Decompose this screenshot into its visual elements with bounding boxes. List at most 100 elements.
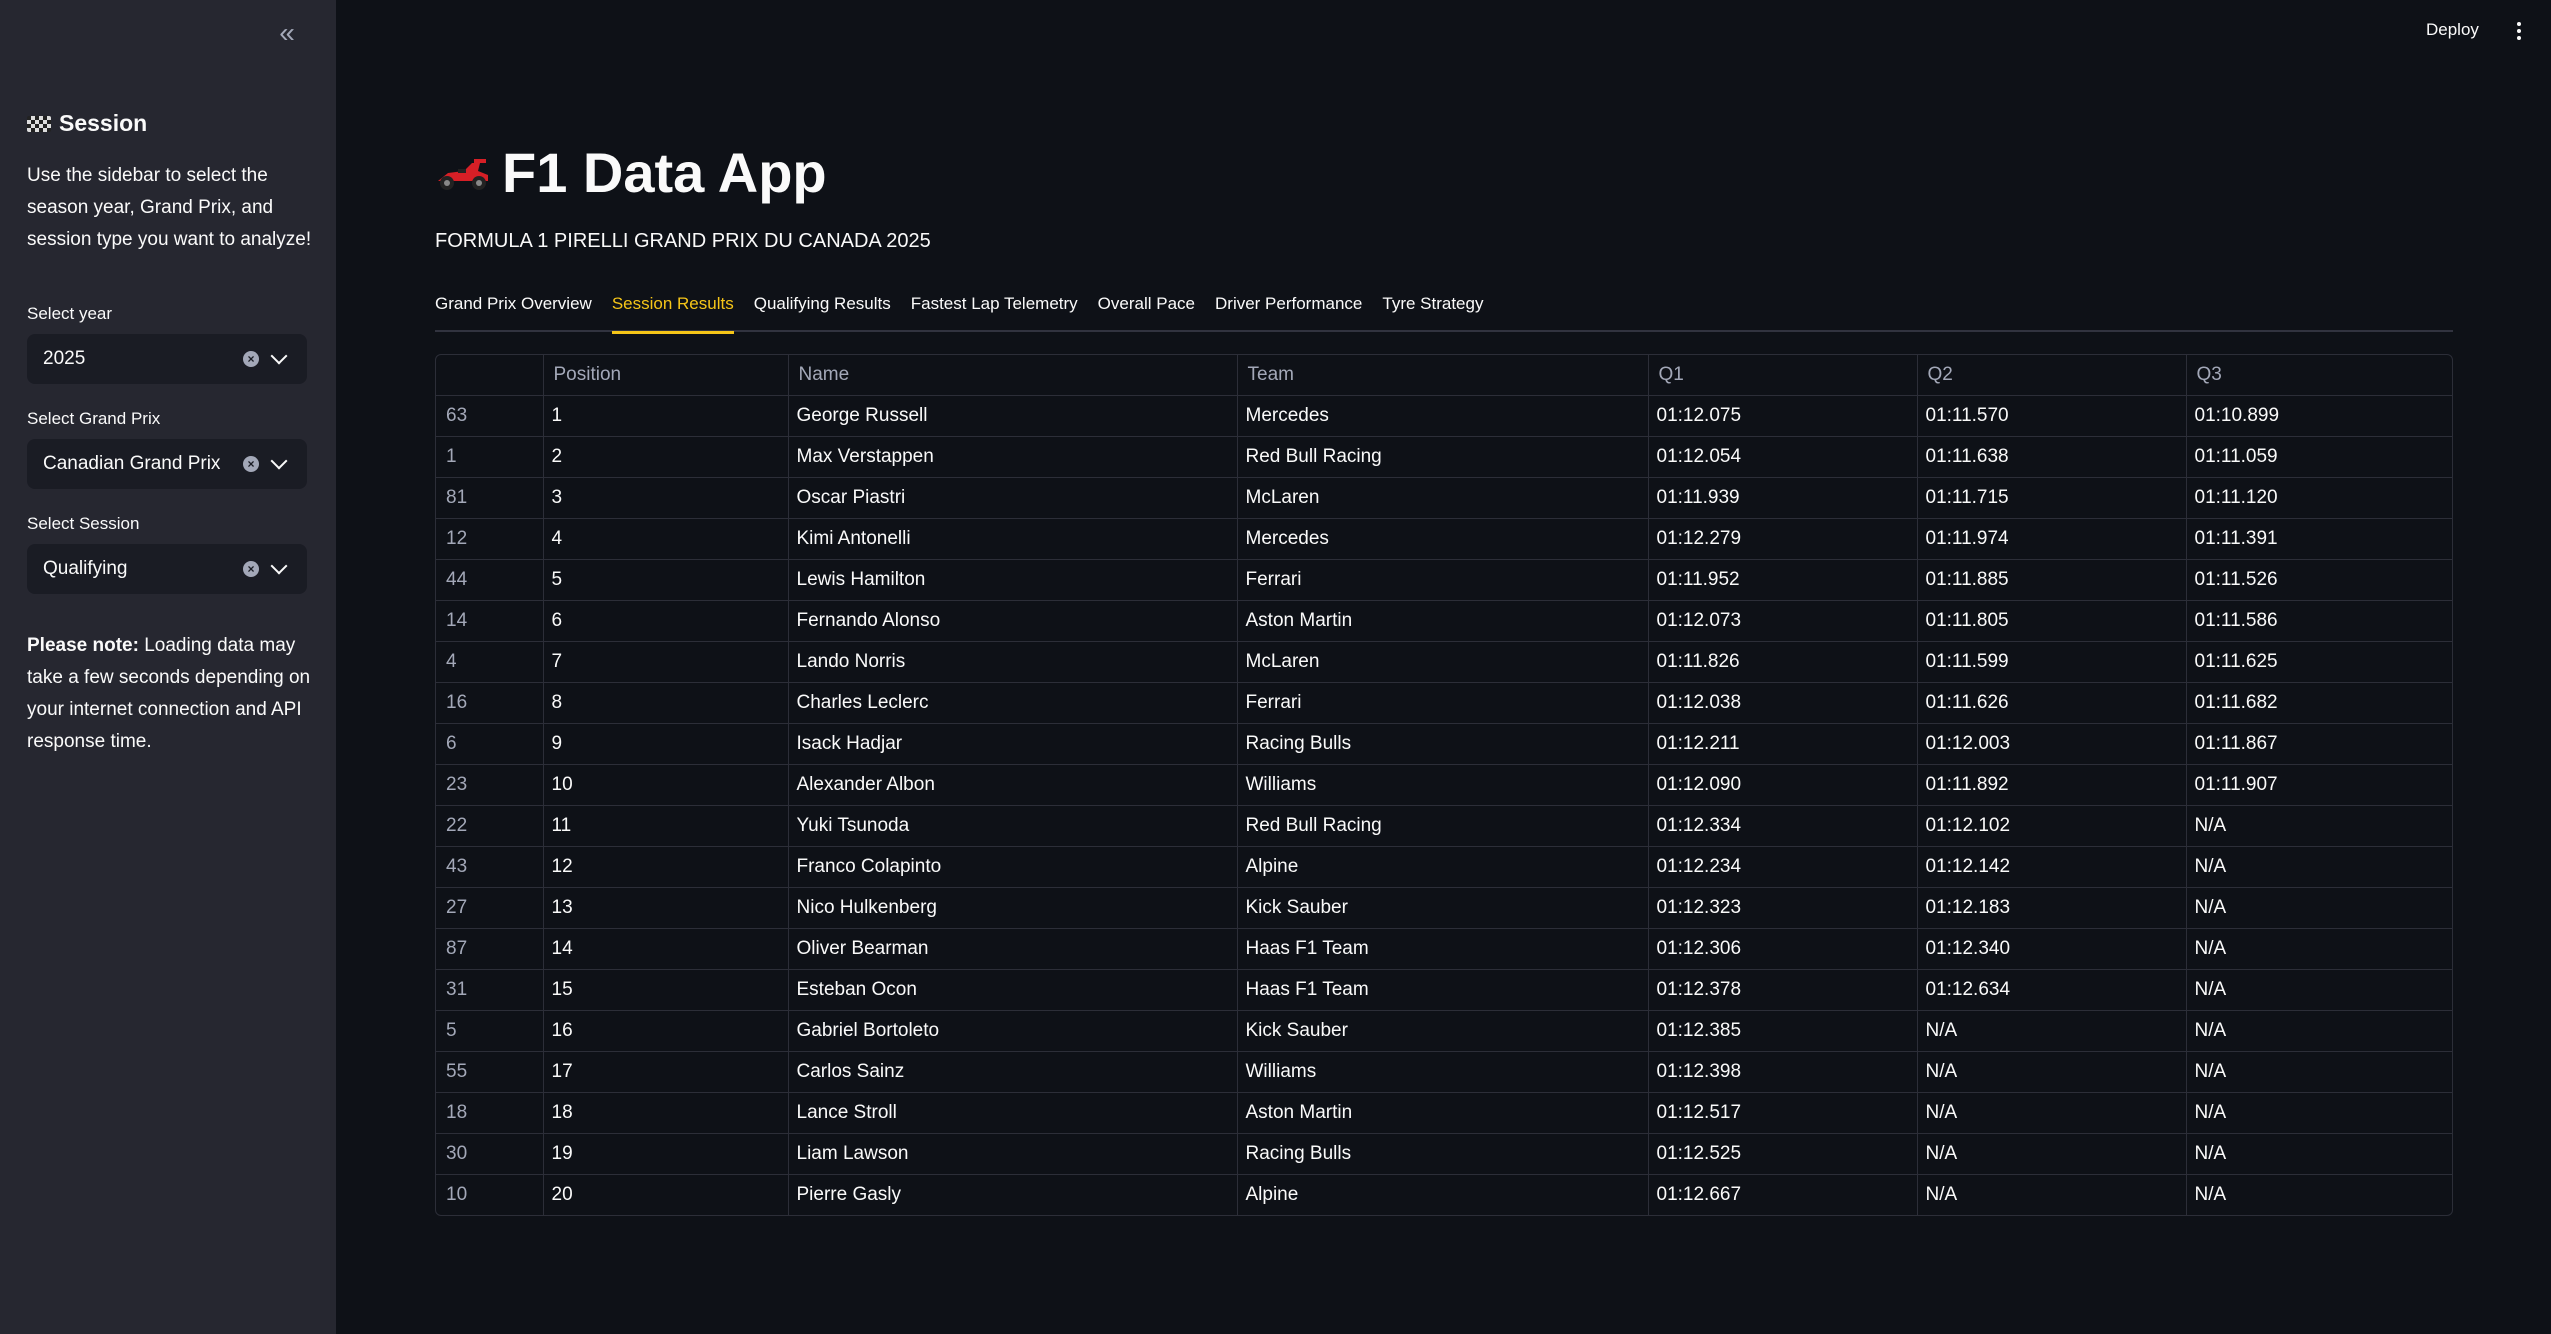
- cell-q1[interactable]: 01:12.090: [1648, 764, 1918, 806]
- cell-position[interactable]: 5: [543, 559, 789, 601]
- cell-q3[interactable]: 01:11.625: [2186, 641, 2452, 683]
- cell-q2[interactable]: N/A: [1917, 1174, 2187, 1215]
- cell-name[interactable]: Esteban Ocon: [788, 969, 1238, 1011]
- cell-team[interactable]: Mercedes: [1237, 395, 1649, 437]
- cell-name[interactable]: Kimi Antonelli: [788, 518, 1238, 560]
- cell-index[interactable]: 22: [436, 805, 544, 847]
- cell-q2[interactable]: 01:11.885: [1917, 559, 2187, 601]
- cell-q3[interactable]: 01:11.120: [2186, 477, 2452, 519]
- cell-q3[interactable]: 01:11.526: [2186, 559, 2452, 601]
- cell-index[interactable]: 63: [436, 395, 544, 437]
- cell-name[interactable]: Oscar Piastri: [788, 477, 1238, 519]
- cell-name[interactable]: Charles Leclerc: [788, 682, 1238, 724]
- tab-fastest-lap-telemetry[interactable]: Fastest Lap Telemetry: [911, 290, 1078, 332]
- cell-position[interactable]: 3: [543, 477, 789, 519]
- cell-name[interactable]: Oliver Bearman: [788, 928, 1238, 970]
- header-col-q3[interactable]: Q3: [2186, 355, 2452, 396]
- cell-q3[interactable]: 01:11.907: [2186, 764, 2452, 806]
- cell-position[interactable]: 18: [543, 1092, 789, 1134]
- cell-position[interactable]: 13: [543, 887, 789, 929]
- cell-index[interactable]: 44: [436, 559, 544, 601]
- more-options-icon[interactable]: [2512, 20, 2526, 42]
- cell-name[interactable]: Franco Colapinto: [788, 846, 1238, 888]
- tab-qualifying-results[interactable]: Qualifying Results: [754, 290, 891, 332]
- cell-q1[interactable]: 01:12.075: [1648, 395, 1918, 437]
- clear-icon[interactable]: ×: [243, 351, 259, 367]
- cell-index[interactable]: 16: [436, 682, 544, 724]
- cell-position[interactable]: 1: [543, 395, 789, 437]
- cell-name[interactable]: Lando Norris: [788, 641, 1238, 683]
- cell-q1[interactable]: 01:12.378: [1648, 969, 1918, 1011]
- cell-q1[interactable]: 01:12.073: [1648, 600, 1918, 642]
- cell-position[interactable]: 16: [543, 1010, 789, 1052]
- cell-team[interactable]: Haas F1 Team: [1237, 928, 1649, 970]
- cell-q3[interactable]: 01:11.059: [2186, 436, 2452, 478]
- cell-index[interactable]: 6: [436, 723, 544, 765]
- cell-team[interactable]: Aston Martin: [1237, 600, 1649, 642]
- cell-position[interactable]: 12: [543, 846, 789, 888]
- tab-driver-performance[interactable]: Driver Performance: [1215, 290, 1362, 332]
- cell-position[interactable]: 11: [543, 805, 789, 847]
- tab-overall-pace[interactable]: Overall Pace: [1098, 290, 1195, 332]
- header-col-q2[interactable]: Q2: [1917, 355, 2187, 396]
- cell-q1[interactable]: 01:12.334: [1648, 805, 1918, 847]
- year-select[interactable]: 2025 ×: [27, 334, 307, 384]
- results-table[interactable]: Position Name Team Q1 Q2 Q3 63 1 George Russell…: [435, 354, 2453, 1216]
- cell-q3[interactable]: N/A: [2186, 928, 2452, 970]
- cell-team[interactable]: Racing Bulls: [1237, 1133, 1649, 1175]
- chevron-down-icon[interactable]: [270, 557, 288, 575]
- cell-q1[interactable]: 01:11.826: [1648, 641, 1918, 683]
- cell-index[interactable]: 14: [436, 600, 544, 642]
- cell-name[interactable]: Gabriel Bortoleto: [788, 1010, 1238, 1052]
- cell-q3[interactable]: N/A: [2186, 1174, 2452, 1215]
- cell-position[interactable]: 2: [543, 436, 789, 478]
- cell-team[interactable]: Alpine: [1237, 1174, 1649, 1215]
- cell-name[interactable]: Nico Hulkenberg: [788, 887, 1238, 929]
- cell-q2[interactable]: N/A: [1917, 1051, 2187, 1093]
- cell-q3[interactable]: 01:10.899: [2186, 395, 2452, 437]
- cell-q3[interactable]: 01:11.682: [2186, 682, 2452, 724]
- cell-team[interactable]: Kick Sauber: [1237, 1010, 1649, 1052]
- cell-q3[interactable]: N/A: [2186, 805, 2452, 847]
- cell-q1[interactable]: 01:12.398: [1648, 1051, 1918, 1093]
- cell-team[interactable]: Haas F1 Team: [1237, 969, 1649, 1011]
- clear-icon[interactable]: ×: [243, 561, 259, 577]
- cell-index[interactable]: 27: [436, 887, 544, 929]
- cell-q2[interactable]: 01:11.626: [1917, 682, 2187, 724]
- cell-q2[interactable]: 01:11.805: [1917, 600, 2187, 642]
- header-col-name[interactable]: Name: [788, 355, 1238, 396]
- cell-index[interactable]: 1: [436, 436, 544, 478]
- cell-q1[interactable]: 01:12.279: [1648, 518, 1918, 560]
- cell-position[interactable]: 9: [543, 723, 789, 765]
- cell-q2[interactable]: 01:12.003: [1917, 723, 2187, 765]
- cell-q2[interactable]: 01:11.974: [1917, 518, 2187, 560]
- cell-name[interactable]: Lance Stroll: [788, 1092, 1238, 1134]
- cell-q3[interactable]: 01:11.391: [2186, 518, 2452, 560]
- cell-position[interactable]: 8: [543, 682, 789, 724]
- cell-q1[interactable]: 01:12.054: [1648, 436, 1918, 478]
- cell-name[interactable]: George Russell: [788, 395, 1238, 437]
- header-col-position[interactable]: Position: [543, 355, 789, 396]
- cell-q1[interactable]: 01:12.525: [1648, 1133, 1918, 1175]
- cell-q2[interactable]: N/A: [1917, 1133, 2187, 1175]
- cell-q2[interactable]: 01:11.599: [1917, 641, 2187, 683]
- cell-name[interactable]: Carlos Sainz: [788, 1051, 1238, 1093]
- cell-position[interactable]: 20: [543, 1174, 789, 1215]
- header-col-q1[interactable]: Q1: [1648, 355, 1918, 396]
- cell-q2[interactable]: 01:11.638: [1917, 436, 2187, 478]
- clear-icon[interactable]: ×: [243, 456, 259, 472]
- cell-q3[interactable]: N/A: [2186, 887, 2452, 929]
- cell-index[interactable]: 23: [436, 764, 544, 806]
- cell-position[interactable]: 7: [543, 641, 789, 683]
- cell-q1[interactable]: 01:11.952: [1648, 559, 1918, 601]
- cell-q1[interactable]: 01:12.234: [1648, 846, 1918, 888]
- cell-q3[interactable]: 01:11.586: [2186, 600, 2452, 642]
- cell-q1[interactable]: 01:12.667: [1648, 1174, 1918, 1215]
- chevron-down-icon[interactable]: [270, 347, 288, 365]
- cell-q2[interactable]: 01:12.340: [1917, 928, 2187, 970]
- tab-session-results[interactable]: Session Results: [611, 290, 734, 334]
- cell-index[interactable]: 5: [436, 1010, 544, 1052]
- cell-q2[interactable]: 01:12.634: [1917, 969, 2187, 1011]
- deploy-button[interactable]: Deploy: [2426, 20, 2479, 40]
- cell-team[interactable]: Red Bull Racing: [1237, 436, 1649, 478]
